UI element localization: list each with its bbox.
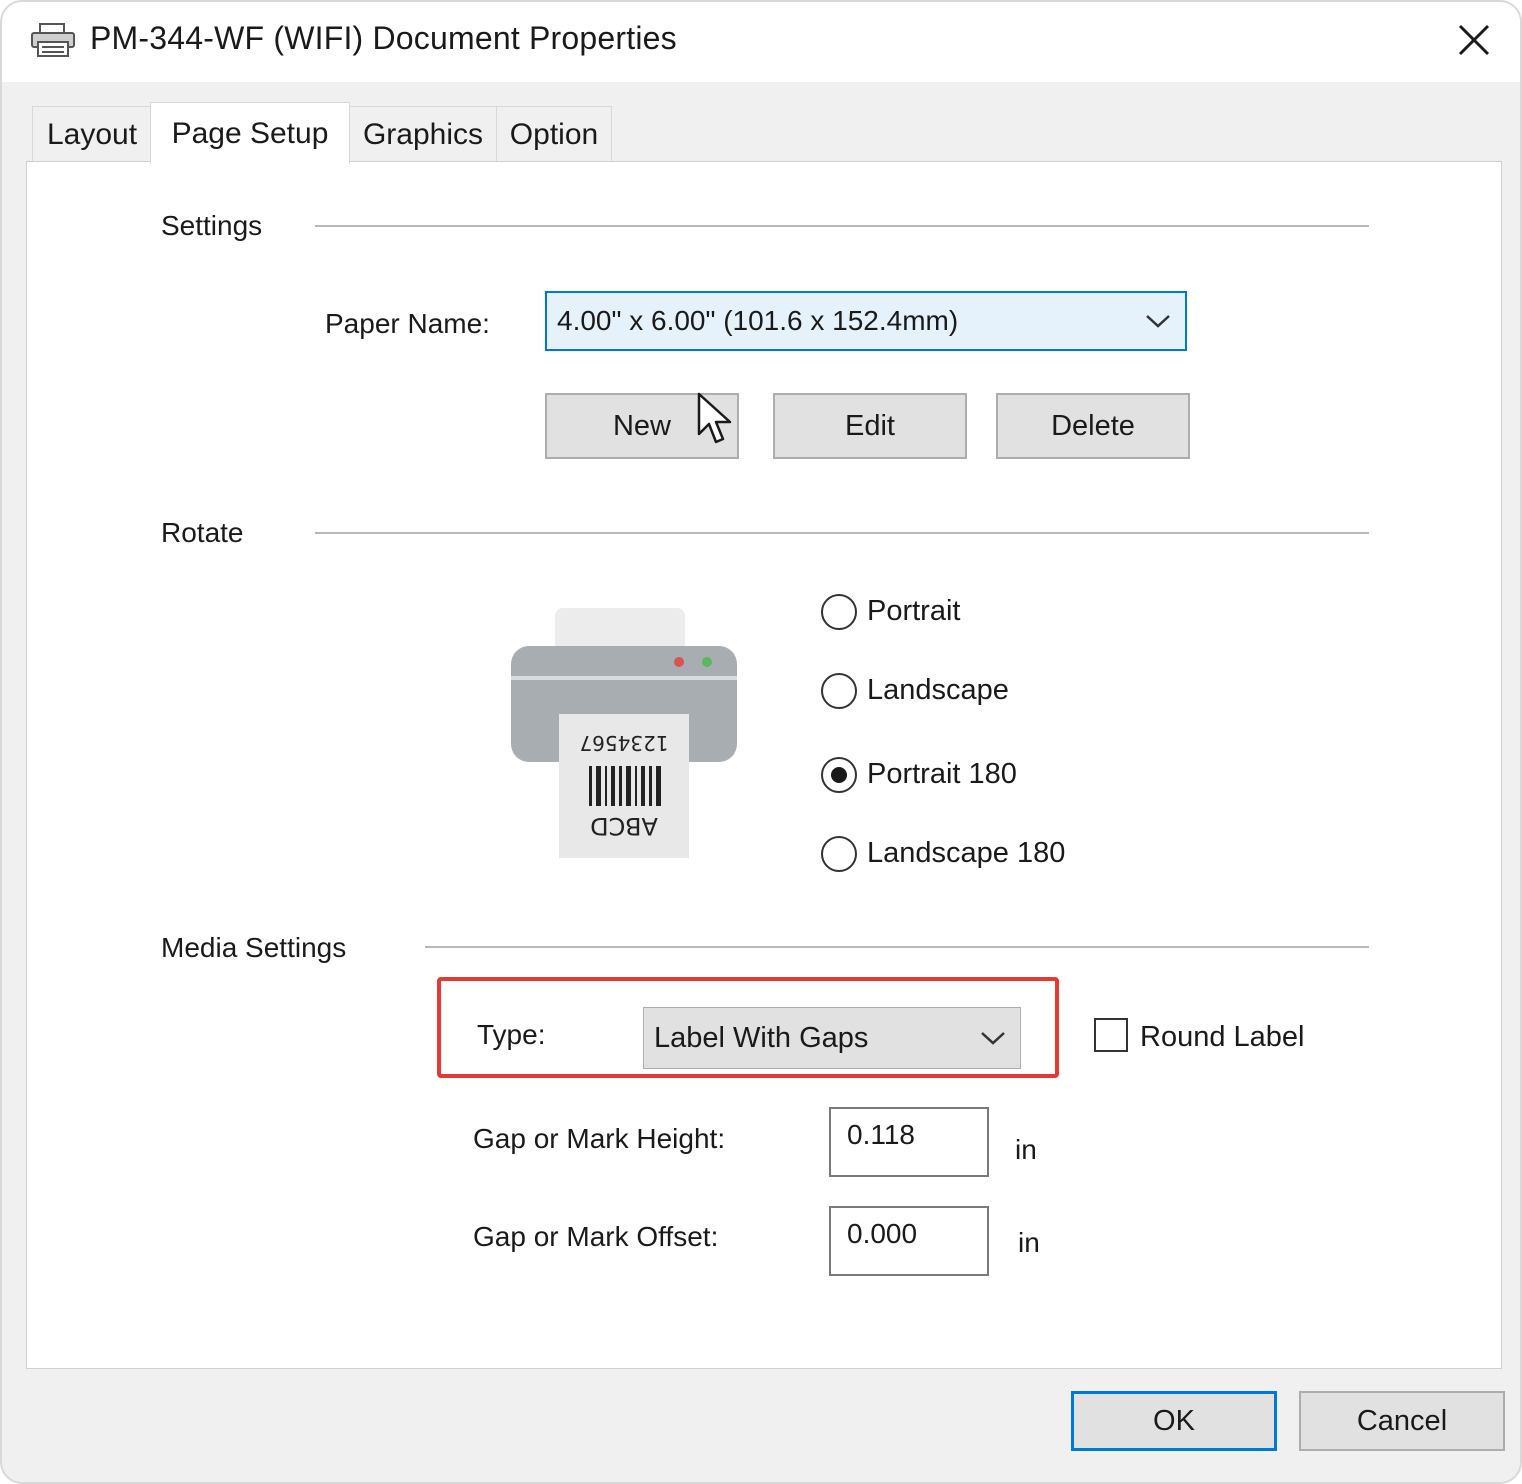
tab-label: Option [509,117,599,151]
radio-portrait-180-label[interactable]: Portrait 180 [867,758,1017,791]
type-label: Type: [477,1019,546,1050]
ok-button-label: OK [1153,1404,1195,1437]
edit-button-label: Edit [845,409,895,442]
paper-name-combobox[interactable]: 4.00" x 6.00" (101.6 x 152.4mm) [545,291,1187,351]
radio-portrait-label[interactable]: Portrait [867,595,960,628]
radio-portrait[interactable] [821,594,857,630]
rotate-divider [315,532,1369,534]
gap-height-input[interactable]: 0.118 [829,1107,989,1177]
delete-button[interactable]: Delete [996,393,1190,459]
preview-letters-text: ABCD [590,812,658,840]
radio-landscape-label[interactable]: Landscape [867,674,1009,707]
document-properties-dialog: PM-344-WF (WIFI) Document Properties Lay… [0,0,1522,1484]
gap-offset-unit: in [1018,1227,1040,1258]
close-icon [1458,24,1490,56]
tab-option[interactable]: Option [496,106,612,162]
edit-button[interactable]: Edit [773,393,967,459]
radio-landscape[interactable] [821,673,857,709]
cancel-button-label: Cancel [1356,1404,1448,1437]
cancel-button[interactable]: Cancel [1299,1391,1505,1451]
close-button[interactable] [1444,10,1504,70]
gap-height-unit: in [1015,1134,1037,1165]
title-bar: PM-344-WF (WIFI) Document Properties [2,2,1520,82]
ok-button[interactable]: OK [1071,1391,1277,1451]
tab-label: Page Setup [171,116,329,150]
printer-orientation-preview: 1234567 ABCD [511,608,737,858]
paper-name-label: Paper Name: [325,308,490,339]
gap-height-label: Gap or Mark Height: [473,1123,726,1154]
tab-strip: Layout Page Setup Graphics Option [2,82,1520,164]
tab-label: Layout [46,117,138,151]
delete-button-label: Delete [1051,409,1135,442]
tab-page-setup[interactable]: Page Setup [150,102,350,164]
mouse-pointer-icon [697,392,732,444]
chevron-down-icon [981,1032,1005,1045]
gap-offset-label: Gap or Mark Offset: [473,1221,719,1252]
tab-layout[interactable]: Layout [32,106,152,162]
page-setup-panel: Settings Paper Name: 4.00" x 6.00" (101.… [26,161,1502,1369]
round-label-checkbox[interactable] [1094,1018,1128,1052]
paper-name-value: 4.00" x 6.00" (101.6 x 152.4mm) [557,305,959,336]
tab-label: Graphics [362,117,484,151]
media-type-value: Label With Gaps [654,1021,869,1054]
chevron-down-icon [1146,315,1170,328]
round-label-text[interactable]: Round Label [1140,1021,1304,1054]
gap-offset-input[interactable]: 0.000 [829,1206,989,1276]
preview-number-text: 1234567 [579,731,668,755]
new-button-label: New [612,409,671,442]
media-settings-group-label: Media Settings [161,932,347,963]
radio-landscape-180[interactable] [821,836,857,872]
tab-graphics[interactable]: Graphics [348,106,498,162]
radio-landscape-180-label[interactable]: Landscape 180 [867,837,1065,870]
settings-group-label: Settings [161,210,263,241]
window-title: PM-344-WF (WIFI) Document Properties [90,20,677,56]
rotate-group-label: Rotate [161,517,244,548]
media-settings-divider [425,946,1369,948]
printer-icon [31,23,75,57]
settings-divider [315,225,1369,227]
media-type-select[interactable]: Label With Gaps [643,1007,1021,1069]
radio-portrait-180[interactable] [821,757,857,793]
